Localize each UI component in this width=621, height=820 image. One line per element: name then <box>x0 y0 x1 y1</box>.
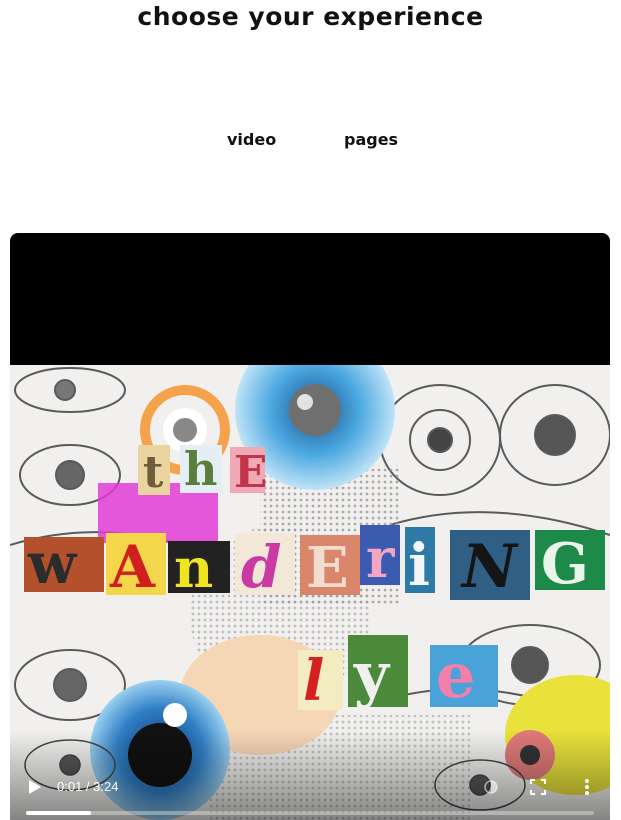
svg-text:w: w <box>27 531 78 597</box>
time-display: 0:01 / 3:24 <box>57 779 119 794</box>
seek-bar-progress <box>26 811 92 815</box>
fullscreen-icon[interactable] <box>529 777 547 797</box>
video-link[interactable]: video <box>227 130 276 149</box>
svg-text:E: E <box>306 535 349 601</box>
svg-text:t: t <box>143 447 164 498</box>
svg-text:i: i <box>408 531 430 599</box>
svg-text:E: E <box>234 447 268 498</box>
pages-link[interactable]: pages <box>344 130 398 149</box>
seek-bar[interactable] <box>26 811 594 815</box>
play-icon[interactable] <box>24 777 44 797</box>
svg-text:y: y <box>353 640 391 710</box>
svg-text:G: G <box>541 531 589 597</box>
svg-text:e: e <box>436 639 475 712</box>
svg-text:A: A <box>109 533 156 601</box>
video-controls: 0:01 / 3:24 <box>10 730 610 820</box>
video-player[interactable]: t h E w A n d E r i N G l y e 0:01 / 3:2… <box>10 233 610 820</box>
page-title: choose your experience <box>137 2 484 31</box>
svg-text:n: n <box>174 536 213 600</box>
volume-icon[interactable] <box>482 777 500 797</box>
svg-text:h: h <box>184 442 217 496</box>
controls-gradient <box>10 730 610 820</box>
svg-text:r: r <box>366 526 395 590</box>
svg-text:N: N <box>460 532 519 602</box>
svg-text:l: l <box>303 648 324 714</box>
more-options-icon[interactable] <box>578 777 596 797</box>
svg-text:d: d <box>241 533 282 601</box>
